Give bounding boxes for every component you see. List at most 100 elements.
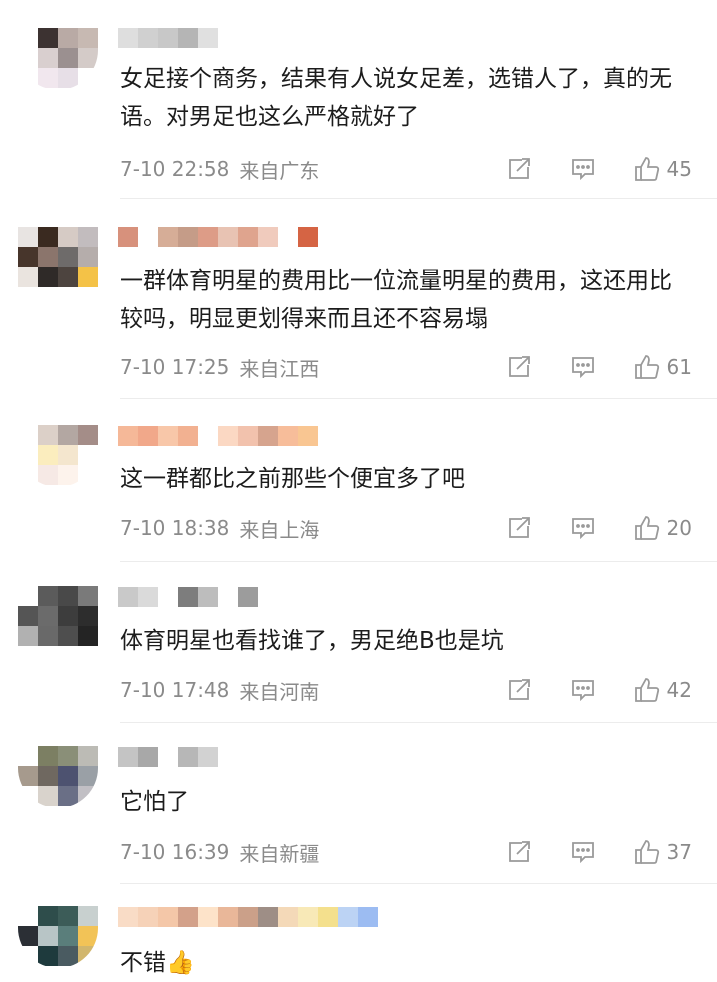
avatar-mosaic-cell bbox=[58, 626, 78, 646]
avatar[interactable] bbox=[18, 227, 98, 289]
comment-meta: 7-10 16:39 来自新疆 37 bbox=[120, 837, 717, 867]
avatar-mosaic-cell bbox=[38, 586, 58, 606]
username-mosaic-cell bbox=[158, 28, 178, 48]
avatar-mosaic-cell bbox=[78, 926, 98, 946]
like-count: 45 bbox=[666, 157, 692, 181]
share-icon[interactable] bbox=[505, 676, 533, 704]
username-mosaic-cell bbox=[118, 587, 138, 607]
like-icon[interactable] bbox=[633, 514, 661, 542]
comment-time: 7-10 16:39 bbox=[120, 840, 230, 864]
username-mosaic-cell bbox=[178, 587, 198, 607]
avatar-mosaic-cell bbox=[38, 28, 58, 48]
username-mosaic-cell bbox=[178, 426, 198, 446]
comment-icon[interactable] bbox=[569, 353, 597, 381]
like-icon[interactable] bbox=[633, 353, 661, 381]
divider bbox=[120, 198, 717, 199]
username-mosaic-cell bbox=[178, 747, 198, 767]
username-mosaic-cell bbox=[278, 426, 298, 446]
comment-location: 来自新疆 bbox=[239, 841, 320, 866]
username-mosaic-cell bbox=[158, 907, 178, 927]
avatar-mosaic-cell bbox=[58, 227, 78, 247]
like-icon[interactable] bbox=[633, 155, 661, 183]
avatar-mosaic-cell bbox=[38, 68, 58, 88]
username-mosaic-cell bbox=[198, 28, 218, 48]
avatar-mosaic-cell bbox=[38, 766, 58, 786]
username[interactable] bbox=[118, 907, 378, 927]
comment-time: 7-10 17:48 bbox=[120, 678, 230, 702]
share-icon[interactable] bbox=[505, 155, 533, 183]
username-mosaic-cell bbox=[138, 227, 158, 247]
avatar-mosaic-cell bbox=[38, 425, 58, 445]
username-mosaic-cell bbox=[218, 907, 238, 927]
share-icon[interactable] bbox=[505, 514, 533, 542]
avatar-mosaic-cell bbox=[58, 946, 78, 966]
avatar-mosaic-cell bbox=[18, 247, 38, 267]
username[interactable] bbox=[118, 28, 218, 48]
avatar-mosaic-cell bbox=[18, 465, 38, 485]
username[interactable] bbox=[118, 587, 258, 607]
avatar-mosaic-cell bbox=[78, 906, 98, 926]
username-mosaic-cell bbox=[298, 227, 318, 247]
avatar-mosaic-cell bbox=[38, 626, 58, 646]
username-mosaic-cell bbox=[198, 587, 218, 607]
avatar[interactable] bbox=[18, 746, 98, 808]
avatar-mosaic-cell bbox=[38, 247, 58, 267]
avatar-mosaic-cell bbox=[18, 766, 38, 786]
username-mosaic-cell bbox=[238, 587, 258, 607]
avatar-mosaic-cell bbox=[38, 906, 58, 926]
avatar-mosaic-cell bbox=[58, 766, 78, 786]
avatar-mosaic-cell bbox=[18, 28, 38, 48]
avatar-mosaic-cell bbox=[18, 48, 38, 68]
avatar-mosaic-cell bbox=[78, 606, 98, 626]
like-icon[interactable] bbox=[633, 838, 661, 866]
share-icon[interactable] bbox=[505, 838, 533, 866]
username-mosaic-cell bbox=[118, 28, 138, 48]
comment-location: 来自广东 bbox=[239, 158, 320, 183]
avatar-mosaic-cell bbox=[18, 68, 38, 88]
avatar[interactable] bbox=[18, 906, 98, 968]
username-mosaic-cell bbox=[258, 907, 278, 927]
like-count: 20 bbox=[666, 516, 692, 540]
comment-meta: 7-10 17:25 来自江西 61 bbox=[120, 352, 717, 382]
username-mosaic-cell bbox=[198, 907, 218, 927]
username-mosaic-cell bbox=[138, 28, 158, 48]
avatar[interactable] bbox=[18, 28, 98, 90]
avatar[interactable] bbox=[18, 425, 98, 487]
avatar-mosaic-cell bbox=[58, 746, 78, 766]
username[interactable] bbox=[118, 227, 318, 247]
comment-text: 一群体育明星的费用比一位流量明星的费用，这还用比较吗，明显更划得来而且还不容易塌 bbox=[120, 268, 672, 332]
like-icon[interactable] bbox=[633, 676, 661, 704]
username-mosaic-cell bbox=[178, 907, 198, 927]
share-icon[interactable] bbox=[505, 353, 533, 381]
username-mosaic-cell bbox=[118, 426, 138, 446]
avatar-mosaic-cell bbox=[78, 227, 98, 247]
username-mosaic-cell bbox=[218, 426, 238, 446]
username-mosaic-cell bbox=[138, 587, 158, 607]
comment-icon[interactable] bbox=[569, 838, 597, 866]
avatar-mosaic-cell bbox=[18, 946, 38, 966]
comment-icon[interactable] bbox=[569, 514, 597, 542]
avatar-mosaic-cell bbox=[18, 906, 38, 926]
avatar-mosaic-cell bbox=[58, 465, 78, 485]
username-mosaic-cell bbox=[158, 227, 178, 247]
avatar-mosaic-cell bbox=[18, 606, 38, 626]
avatar-mosaic-cell bbox=[78, 465, 98, 485]
avatar-mosaic-cell bbox=[38, 465, 58, 485]
username-mosaic-cell bbox=[178, 28, 198, 48]
avatar-mosaic-cell bbox=[78, 626, 98, 646]
like-count: 37 bbox=[666, 840, 692, 864]
avatar-mosaic-cell bbox=[38, 48, 58, 68]
comment-location: 来自江西 bbox=[239, 356, 320, 381]
comment-meta: 7-10 17:48 来自河南 42 bbox=[120, 675, 717, 705]
avatar-mosaic-cell bbox=[18, 227, 38, 247]
username[interactable] bbox=[118, 426, 318, 446]
username-mosaic-cell bbox=[238, 426, 258, 446]
avatar-mosaic-cell bbox=[78, 425, 98, 445]
avatar[interactable] bbox=[18, 586, 98, 648]
comment-actions: 37 bbox=[505, 837, 692, 867]
avatar-mosaic-cell bbox=[78, 766, 98, 786]
comment-icon[interactable] bbox=[569, 155, 597, 183]
username-mosaic-cell bbox=[138, 747, 158, 767]
comment-icon[interactable] bbox=[569, 676, 597, 704]
username[interactable] bbox=[118, 747, 218, 767]
